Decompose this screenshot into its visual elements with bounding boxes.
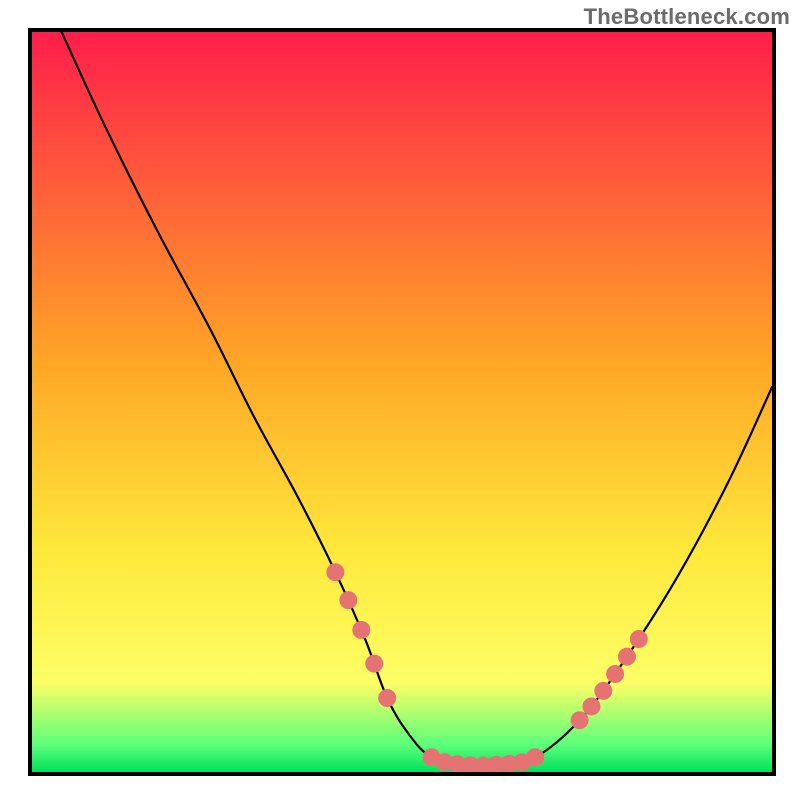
overlay-dot bbox=[582, 697, 600, 715]
overlay-dot bbox=[630, 630, 648, 648]
gradient-background bbox=[32, 32, 772, 772]
bottleneck-chart bbox=[0, 0, 800, 800]
overlay-dot bbox=[352, 621, 370, 639]
watermark-text: TheBottleneck.com bbox=[584, 4, 790, 30]
overlay-dot bbox=[326, 563, 344, 581]
overlay-dot bbox=[594, 682, 612, 700]
overlay-dot bbox=[339, 591, 357, 609]
overlay-dot bbox=[571, 711, 589, 729]
overlay-dot bbox=[365, 655, 383, 673]
overlay-dot bbox=[606, 665, 624, 683]
overlay-dot bbox=[526, 748, 544, 766]
overlay-dot bbox=[378, 689, 396, 707]
overlay-dot bbox=[618, 648, 636, 666]
stage: TheBottleneck.com bbox=[0, 0, 800, 800]
